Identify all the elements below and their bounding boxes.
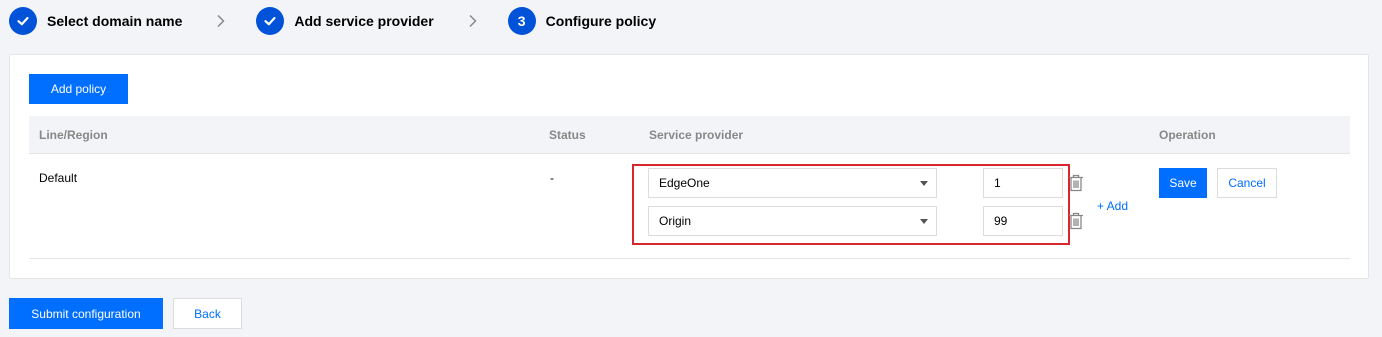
step-configure-policy: 3 Configure policy: [507, 7, 657, 35]
trash-icon[interactable]: [1068, 174, 1084, 192]
service-provider-select[interactable]: Origin: [648, 206, 937, 236]
weight-value: 99: [994, 214, 1008, 228]
add-provider-link[interactable]: + Add: [1097, 199, 1128, 213]
step-select-domain: Select domain name: [9, 7, 182, 35]
caret-down-icon: [920, 181, 928, 186]
column-header-line-region: Line/Region: [39, 128, 108, 142]
weight-value: 1: [994, 176, 1001, 190]
cancel-button[interactable]: Cancel: [1217, 168, 1277, 198]
chevron-right-icon: [216, 14, 226, 28]
check-icon: [256, 7, 285, 35]
save-button[interactable]: Save: [1159, 168, 1207, 198]
chevron-right-icon: [468, 14, 478, 28]
caret-down-icon: [920, 219, 928, 224]
back-button[interactable]: Back: [173, 298, 242, 329]
line-region-value: Default: [39, 171, 78, 185]
policy-card: Add policy Line/Region Status Service pr…: [9, 54, 1369, 279]
column-header-service-provider: Service provider: [649, 128, 744, 142]
table-header: Line/Region Status Service provider Oper…: [29, 116, 1350, 154]
step-label: Configure policy: [545, 13, 657, 29]
status-value: -: [550, 171, 554, 185]
column-header-status: Status: [549, 128, 586, 142]
select-value: Origin: [659, 214, 692, 228]
weight-input[interactable]: 99: [983, 206, 1063, 236]
add-policy-button[interactable]: Add policy: [29, 74, 128, 104]
trash-icon[interactable]: [1068, 212, 1084, 230]
column-header-operation: Operation: [1159, 128, 1216, 142]
check-icon: [9, 7, 37, 35]
weight-input[interactable]: 1: [983, 168, 1063, 198]
step-add-service-provider: Add service provider: [256, 7, 434, 35]
table-row: Default - EdgeOne 1 Origin 99 + Add Save…: [29, 154, 1350, 259]
select-value: EdgeOne: [659, 176, 710, 190]
step-label: Add service provider: [294, 13, 434, 29]
steps-bar: Select domain name Add service provider …: [9, 6, 656, 36]
submit-configuration-button[interactable]: Submit configuration: [9, 298, 163, 329]
step-label: Select domain name: [47, 13, 183, 29]
service-provider-select[interactable]: EdgeOne: [648, 168, 937, 198]
step-number: 3: [507, 7, 536, 35]
